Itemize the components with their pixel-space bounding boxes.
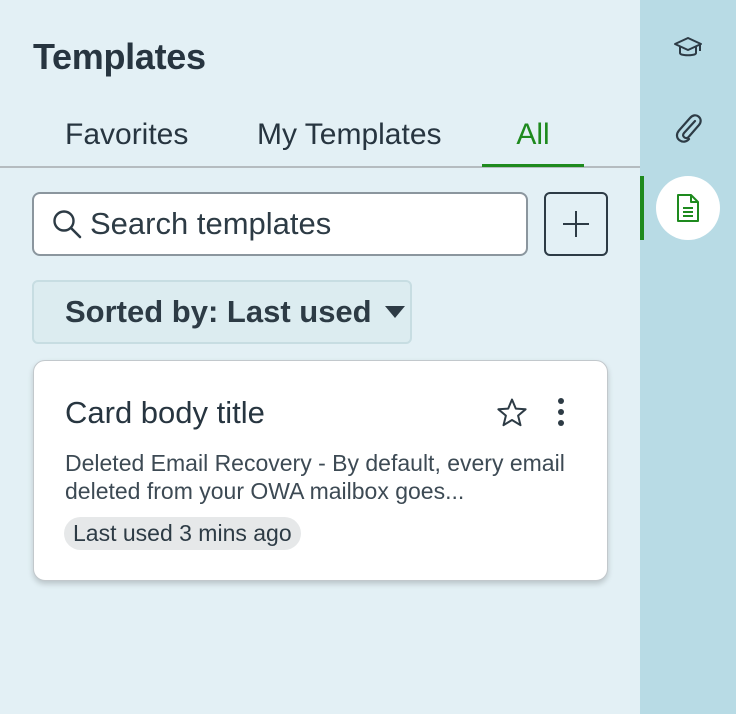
- more-vertical-icon[interactable]: [546, 395, 576, 429]
- search-input[interactable]: [90, 206, 510, 242]
- plus-icon: [563, 211, 589, 237]
- rail-item-templates[interactable]: [656, 176, 720, 240]
- rail-item-courses[interactable]: [656, 16, 720, 80]
- search-icon: [53, 210, 82, 239]
- graduation-cap-icon: [674, 37, 702, 57]
- active-rail-indicator: [640, 176, 644, 240]
- card-title: Card body title: [65, 395, 265, 430]
- last-used-badge: Last used 3 mins ago: [64, 517, 301, 550]
- add-template-button[interactable]: [544, 192, 608, 256]
- sort-label: Sorted by: Last used: [65, 294, 372, 329]
- tab-bar: Favorites My Templates All: [0, 110, 640, 168]
- page-title: Templates: [33, 36, 206, 77]
- caret-down-icon: [384, 306, 405, 318]
- search-box[interactable]: [32, 192, 528, 256]
- card-description: Deleted Email Recovery - By default, eve…: [65, 450, 565, 504]
- document-icon: [677, 194, 699, 222]
- tab-all[interactable]: All: [482, 116, 584, 167]
- template-card[interactable]: Card body title Deleted Email Recovery -…: [33, 360, 608, 581]
- templates-panel: Templates Favorites My Templates All Sor…: [0, 0, 640, 714]
- sort-dropdown[interactable]: Sorted by: Last used: [32, 280, 412, 344]
- rail-item-attachments[interactable]: [656, 96, 720, 160]
- paperclip-icon: [675, 114, 702, 143]
- star-icon[interactable]: [496, 397, 528, 429]
- tab-my-templates[interactable]: My Templates: [257, 116, 442, 166]
- tab-favorites[interactable]: Favorites: [65, 116, 188, 166]
